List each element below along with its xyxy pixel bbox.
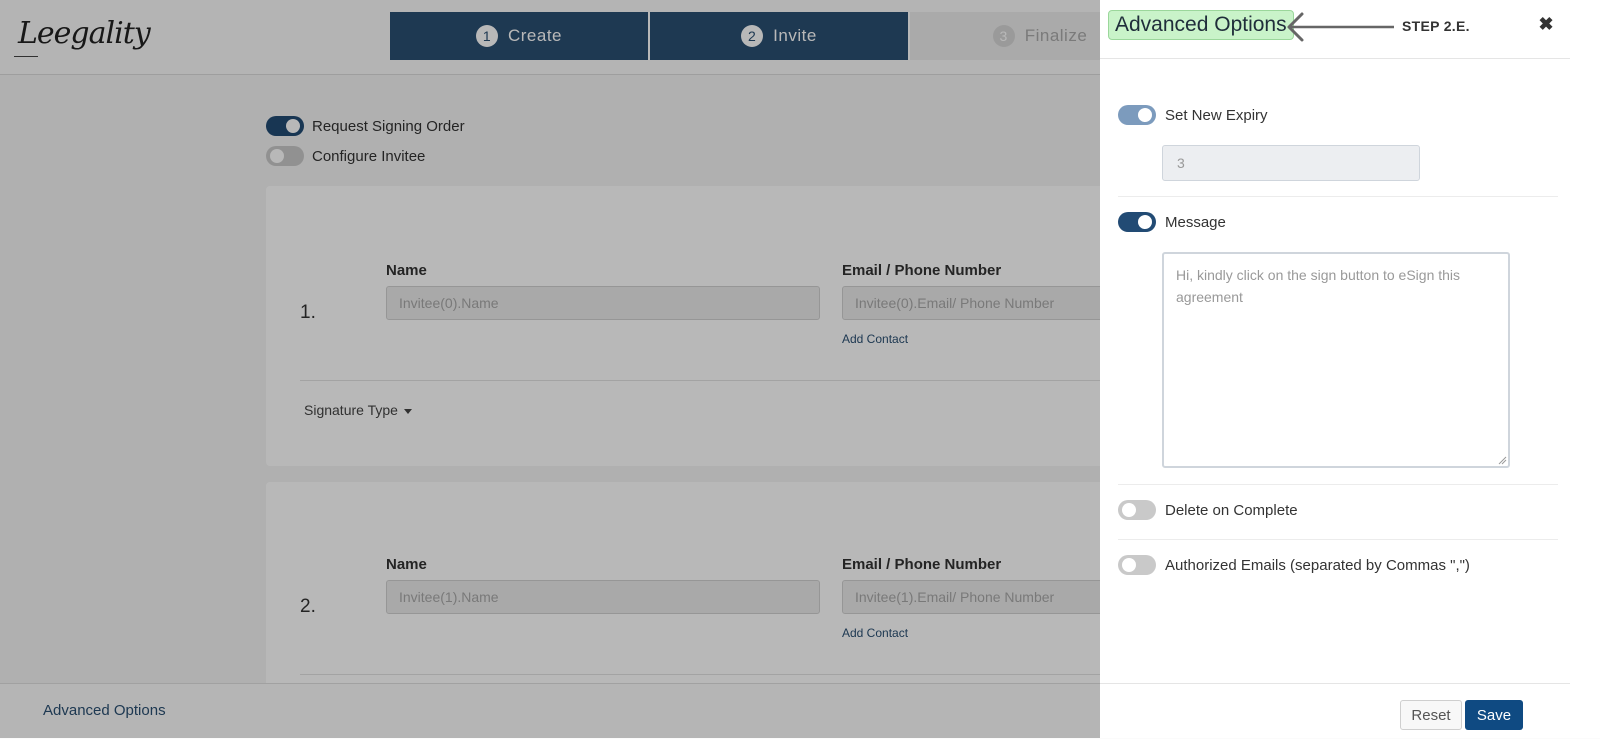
modal-backdrop[interactable] [0, 0, 1100, 738]
message-toggle[interactable] [1118, 212, 1156, 232]
save-button[interactable]: Save [1465, 700, 1523, 730]
delete-on-complete-label: Delete on Complete [1165, 501, 1298, 519]
delete-on-complete-row: Delete on Complete [1118, 500, 1298, 520]
step-annotation: STEP 2.E. [1402, 18, 1470, 34]
advanced-options-panel: Advanced Options STEP 2.E. ✖ Set New Exp… [1100, 0, 1600, 738]
set-new-expiry-row: Set New Expiry [1118, 105, 1268, 125]
reset-button[interactable]: Reset [1400, 700, 1462, 730]
panel-title: Advanced Options [1108, 10, 1294, 40]
panel-footer: Reset Save [1100, 683, 1570, 739]
resize-grip-icon[interactable] [1498, 456, 1507, 465]
message-label: Message [1165, 213, 1226, 231]
delete-on-complete-toggle[interactable] [1118, 500, 1156, 520]
expiry-days-input[interactable]: 3 [1162, 145, 1420, 181]
divider [1118, 539, 1558, 540]
arrow-left-icon [1287, 12, 1394, 42]
authorized-emails-toggle[interactable] [1118, 555, 1156, 575]
close-icon[interactable]: ✖ [1538, 15, 1554, 33]
message-textarea[interactable]: Hi, kindly click on the sign button to e… [1162, 252, 1510, 468]
divider [1118, 196, 1558, 197]
set-new-expiry-label: Set New Expiry [1165, 106, 1268, 124]
divider [1118, 484, 1558, 485]
authorized-emails-row: Authorized Emails (separated by Commas "… [1118, 555, 1470, 575]
message-row: Message [1118, 212, 1226, 232]
authorized-emails-label: Authorized Emails (separated by Commas "… [1165, 556, 1470, 574]
set-new-expiry-toggle[interactable] [1118, 105, 1156, 125]
panel-header: Advanced Options STEP 2.E. ✖ [1100, 0, 1570, 59]
